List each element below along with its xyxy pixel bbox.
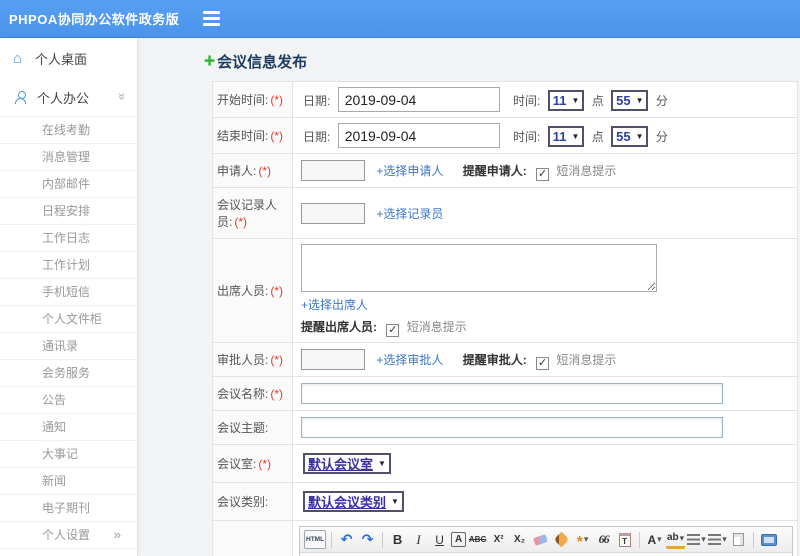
- row-start-time: 开始时间:(*) 日期: 时间: 11 点 55 分: [212, 81, 798, 118]
- font-color-icon[interactable]: A: [645, 530, 664, 549]
- select-approver-link[interactable]: +选择审批人: [376, 353, 443, 367]
- home-icon: ⌂: [13, 50, 23, 67]
- app-title: PHPOA协同办公软件政务版: [9, 12, 180, 27]
- row-recorder: 会议记录人员: (*) +选择记录员: [212, 187, 798, 239]
- row-meeting-room: 会议室: (*) 默认会议室: [212, 444, 798, 483]
- select-applicant-link[interactable]: +选择申请人: [376, 164, 443, 178]
- applicant-sms-checkbox[interactable]: ✓: [536, 168, 550, 181]
- start-date-input[interactable]: [337, 87, 500, 112]
- fullscreen-icon[interactable]: [759, 530, 778, 549]
- required-mark: (*): [270, 93, 284, 107]
- row-attendees: 出席人员: (*) +选择出席人 提醒出席人员: ✓ 短消息提示: [212, 238, 798, 343]
- sidebar-item-work-plan[interactable]: 工作计划: [0, 251, 137, 278]
- select-attendees-link[interactable]: +选择出席人: [301, 298, 368, 312]
- select-recorder-link[interactable]: +选择记录员: [376, 207, 443, 221]
- meeting-topic-input[interactable]: [301, 417, 723, 438]
- toolbar-separator: [753, 531, 755, 548]
- row-applicant: 申请人: (*) +选择申请人 提醒申请人: ✓ 短消息提示: [212, 153, 798, 188]
- sidebar-item-sms[interactable]: 手机短信: [0, 278, 137, 305]
- required-mark: (*): [258, 164, 272, 178]
- row-approver: 审批人员: (*) +选择审批人 提醒审批人: ✓ 短消息提示: [212, 342, 798, 377]
- top-header: PHPOA协同办公软件政务版: [0, 0, 800, 38]
- end-minute-select[interactable]: 55: [611, 125, 649, 147]
- highlight-color-icon[interactable]: ab: [666, 530, 686, 549]
- sidebar-item-schedule[interactable]: 日程安排: [0, 197, 137, 224]
- sidebar-item-file-cabinet[interactable]: 个人文件柜: [0, 305, 137, 332]
- person-icon: [15, 91, 27, 104]
- sidebar-item-contacts[interactable]: 通讯录: [0, 332, 137, 359]
- applicant-input[interactable]: [301, 160, 365, 181]
- eraser-icon[interactable]: [531, 530, 550, 549]
- end-hour-select[interactable]: 11: [547, 125, 585, 147]
- required-mark: (*): [270, 284, 284, 298]
- recorder-input[interactable]: [301, 202, 365, 224]
- new-document-icon[interactable]: [729, 530, 748, 549]
- unordered-list-icon[interactable]: [708, 530, 727, 549]
- sidebar-item-label: 个人办公: [37, 91, 90, 106]
- sidebar-item-events[interactable]: 大事记: [0, 440, 137, 467]
- redo-icon[interactable]: ↷: [358, 530, 377, 549]
- end-date-input[interactable]: [337, 123, 500, 148]
- sidebar-item-internal-mail[interactable]: 内部邮件: [0, 170, 137, 197]
- row-meeting-category: 会议类别: 默认会议类别: [212, 482, 798, 521]
- row-editor: HTML ↶ ↷ B I U A ABC X² X₂ * ▾ 66 T A ▾ …: [212, 520, 798, 556]
- meeting-category-select[interactable]: 默认会议类别: [303, 491, 404, 512]
- sidebar-item-announcement[interactable]: 公告: [0, 386, 137, 413]
- sidebar-item-settings[interactable]: 个人设置 »: [0, 521, 137, 548]
- toolbar-separator: [382, 531, 384, 548]
- sidebar-item-desktop[interactable]: ⌂ 个人桌面: [0, 38, 137, 77]
- font-border-icon[interactable]: A: [451, 532, 467, 547]
- superscript-icon[interactable]: X²: [489, 530, 508, 549]
- sidebar-item-news[interactable]: 新闻: [0, 467, 137, 494]
- meeting-name-input[interactable]: [301, 383, 723, 404]
- menu-toggle-icon[interactable]: [203, 11, 221, 26]
- required-mark: (*): [234, 215, 248, 229]
- attendees-textarea[interactable]: [301, 244, 657, 292]
- required-mark: (*): [270, 129, 284, 143]
- html-source-icon[interactable]: HTML: [304, 530, 327, 549]
- required-mark: (*): [270, 353, 284, 367]
- sidebar-item-attendance[interactable]: 在线考勤: [0, 116, 137, 143]
- attendees-sms-checkbox[interactable]: ✓: [386, 324, 400, 337]
- row-end-time: 结束时间:(*) 日期: 时间: 11 点 55 分: [212, 117, 798, 154]
- meeting-room-select[interactable]: 默认会议室: [303, 453, 391, 474]
- required-mark: (*): [270, 387, 284, 401]
- start-hour-select[interactable]: 11: [547, 89, 585, 111]
- main-content: + 会议信息发布 开始时间:(*) 日期: 时间: 11 点 55 分 结束时间…: [138, 38, 800, 556]
- sidebar-item-messages[interactable]: 消息管理: [0, 143, 137, 170]
- bold-icon[interactable]: B: [388, 530, 407, 549]
- sidebar-item-office[interactable]: 个人办公 »: [0, 77, 137, 116]
- blockquote-icon[interactable]: 66: [594, 530, 613, 549]
- auto-format-icon[interactable]: *: [573, 530, 592, 550]
- start-minute-select[interactable]: 55: [611, 89, 649, 111]
- sidebar: ⌂ 个人桌面 个人办公 » 在线考勤 消息管理 内部邮件 日程安排 工作日志 工…: [0, 38, 138, 556]
- italic-icon[interactable]: I: [409, 530, 428, 549]
- sidebar-item-supervision[interactable]: ⇄ 督查督办 »: [0, 548, 137, 556]
- paste-text-icon[interactable]: T: [615, 530, 634, 549]
- row-meeting-topic: 会议主题:: [212, 410, 798, 445]
- toolbar-separator: [331, 531, 333, 548]
- row-meeting-name: 会议名称: (*): [212, 376, 798, 411]
- required-mark: (*): [258, 457, 272, 471]
- add-icon: +: [204, 50, 216, 72]
- chevron-double-down-icon: »: [114, 92, 130, 101]
- sidebar-item-e-journal[interactable]: 电子期刊: [0, 494, 137, 521]
- undo-icon[interactable]: ↶: [337, 530, 356, 549]
- sidebar-item-meeting-service[interactable]: 会务服务: [0, 359, 137, 386]
- toolbar-separator: [639, 531, 641, 548]
- chevron-right-icon: »: [113, 527, 121, 542]
- strikethrough-icon[interactable]: ABC: [468, 530, 487, 549]
- format-brush-icon[interactable]: [552, 530, 571, 549]
- rich-text-editor: HTML ↶ ↷ B I U A ABC X² X₂ * ▾ 66 T A ▾ …: [299, 526, 793, 556]
- sidebar-item-notice[interactable]: 通知: [0, 413, 137, 440]
- ordered-list-icon[interactable]: [687, 530, 706, 549]
- page-title: 会议信息发布: [217, 54, 308, 71]
- approver-sms-checkbox[interactable]: ✓: [536, 357, 550, 370]
- sidebar-item-label: 个人桌面: [35, 52, 88, 67]
- approver-input[interactable]: [301, 349, 365, 370]
- underline-icon[interactable]: U: [430, 530, 449, 549]
- sidebar-item-work-log[interactable]: 工作日志: [0, 224, 137, 251]
- subscript-icon[interactable]: X₂: [510, 530, 529, 549]
- meeting-form: 开始时间:(*) 日期: 时间: 11 点 55 分 结束时间:(*) 日期: …: [212, 81, 798, 556]
